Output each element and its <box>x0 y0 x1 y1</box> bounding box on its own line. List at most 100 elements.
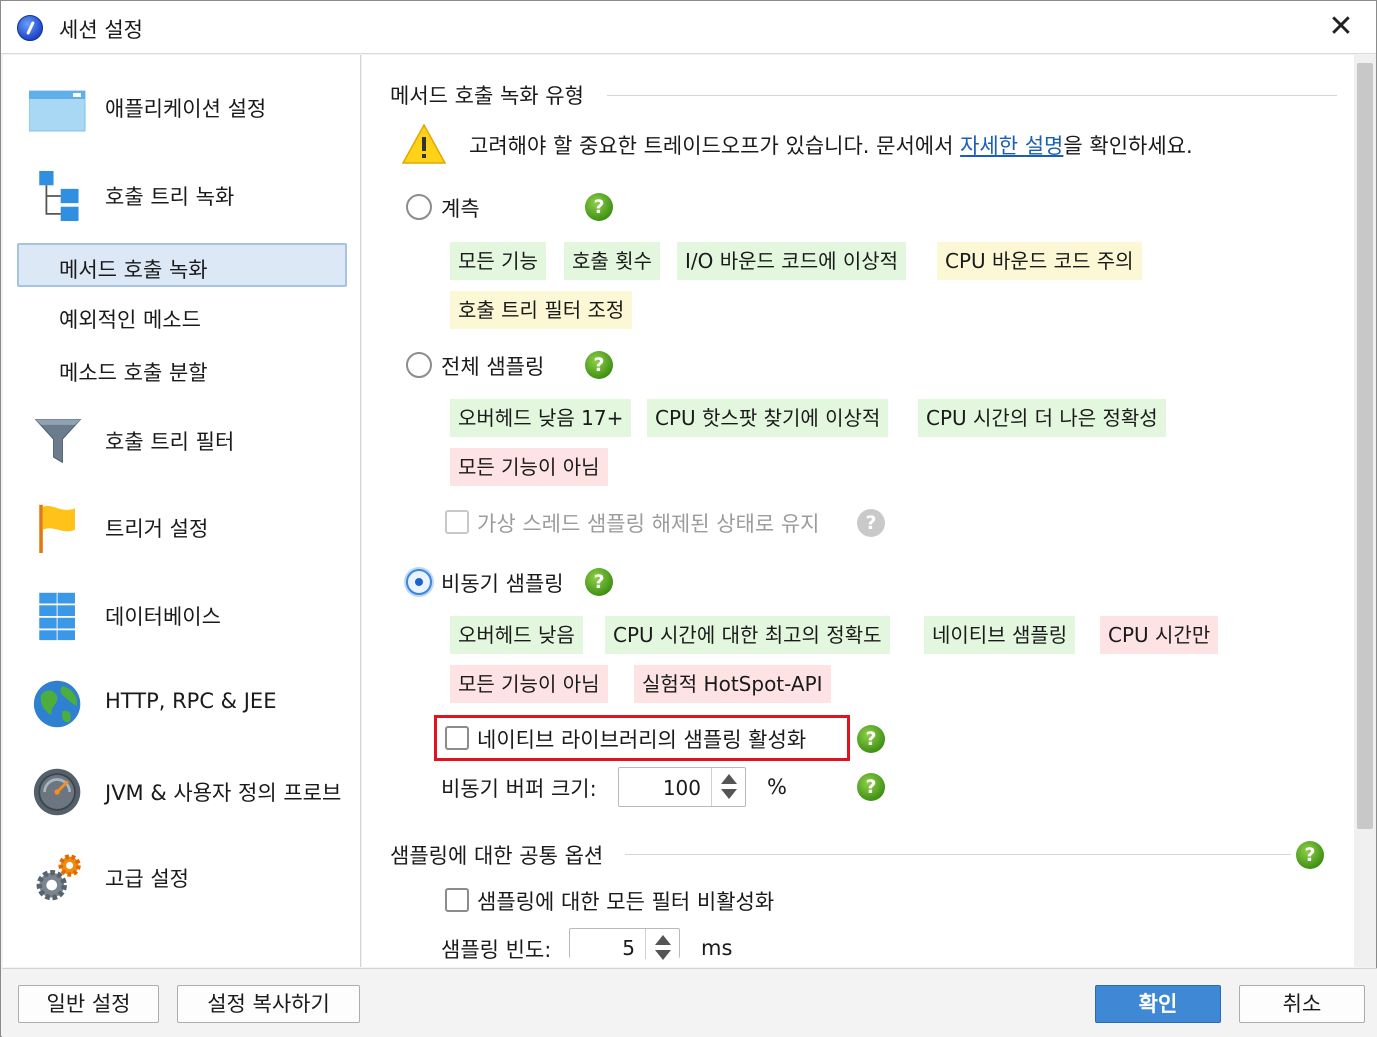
spinner-arrows[interactable] <box>645 929 679 960</box>
section-divider <box>607 95 1337 96</box>
sidebar-item-label: 메서드 호출 녹화 <box>59 258 208 282</box>
help-icon[interactable]: ? <box>585 568 613 596</box>
sidebar-item-jvm-custom-probes[interactable]: JVM & 사용자 정의 프로브 <box>3 761 359 821</box>
tag-low-overhead-17: 오버헤드 낮음 17+ <box>450 399 632 437</box>
detailed-explanation-link[interactable]: 자세한 설명 <box>960 134 1063 158</box>
close-button[interactable]: ✕ <box>1323 11 1359 45</box>
sidebar-item-application-settings[interactable]: 애플리케이션 설정 <box>3 77 359 137</box>
sidebar-item-call-tree-filters[interactable]: 호출 트리 필터 <box>3 410 359 470</box>
tag-all-features: 모든 기능 <box>450 242 546 280</box>
async-buffer-size-label: 비동기 버퍼 크기: <box>441 777 597 801</box>
sidebar-item-split-methods[interactable]: 메소드 호출 분할 <box>17 348 347 392</box>
async-buffer-size-spinner[interactable]: 100 <box>618 767 746 807</box>
sidebar-item-exceptional-methods[interactable]: 예외적인 메소드 <box>17 295 347 339</box>
tag-not-all-features: 모든 기능이 아님 <box>450 665 608 703</box>
help-icon[interactable]: ? <box>857 773 885 801</box>
instrumentation-radio[interactable] <box>406 194 432 220</box>
sidebar-item-label: 고급 설정 <box>105 867 189 891</box>
database-icon <box>39 592 75 641</box>
warning-text-after: 을 확인하세요. <box>1063 134 1193 158</box>
spinner-down-icon[interactable] <box>721 789 737 799</box>
help-icon[interactable]: ? <box>585 351 613 379</box>
sampling-frequency-value[interactable]: 5 <box>622 936 635 960</box>
sidebar-item-label: HTTP, RPC & JEE <box>105 689 277 713</box>
help-icon: ? <box>857 509 885 537</box>
ok-button[interactable]: 확인 <box>1095 985 1221 1023</box>
full-sampling-label[interactable]: 전체 샘플링 <box>441 351 544 381</box>
tag-cpu-hotspots-ideal: CPU 핫스팟 찾기에 이상적 <box>647 399 889 437</box>
sidebar-item-advanced-settings[interactable]: 고급 설정 <box>3 847 359 907</box>
spinner-up-icon[interactable] <box>721 774 737 784</box>
sidebar-item-label: 트리거 설정 <box>105 517 209 541</box>
dialog-footer: 일반 설정 설정 복사하기 확인 취소 <box>2 968 1377 1037</box>
section-title-recording-type: 메서드 호출 녹화 유형 <box>390 84 584 108</box>
keep-virtual-threads-checkbox[interactable] <box>445 510 469 534</box>
async-sampling-label[interactable]: 비동기 샘플링 <box>441 568 564 598</box>
tag-experimental-hotspot-api: 실험적 HotSpot-API <box>634 665 831 703</box>
tag-native-sampling: 네이티브 샘플링 <box>924 616 1076 654</box>
sidebar-item-label: 데이터베이스 <box>105 605 221 629</box>
disable-all-filters-label[interactable]: 샘플링에 대한 모든 필터 비활성화 <box>477 886 774 916</box>
disable-all-filters-checkbox[interactable] <box>445 888 469 912</box>
help-icon[interactable]: ? <box>585 193 613 221</box>
settings-sidebar: 애플리케이션 설정 호출 트리 녹화 메서드 호출 녹화 예외적인 메소드 메소… <box>3 55 361 967</box>
window-title: 세션 설정 <box>59 18 143 42</box>
content-scrollbar[interactable] <box>1354 55 1376 967</box>
sidebar-item-label: 메소드 호출 분할 <box>59 361 208 385</box>
tag-io-bound-ideal: I/O 바운드 코드에 이상적 <box>677 242 907 280</box>
tradeoff-warning-text: 고려해야 할 중요한 트레이드오프가 있습니다. 문서에서 자세한 설명을 확인… <box>469 130 1193 160</box>
sampling-frequency-spinner[interactable]: 5 <box>569 928 680 960</box>
async-buffer-size-value[interactable]: 100 <box>663 776 701 800</box>
spinner-up-icon[interactable] <box>655 935 671 945</box>
section-divider <box>625 854 1291 855</box>
native-library-sampling-checkbox[interactable] <box>445 726 469 750</box>
tag-low-overhead: 오버헤드 낮음 <box>450 616 583 654</box>
native-library-sampling-label[interactable]: 네이티브 라이브러리의 샘플링 활성화 <box>477 724 806 754</box>
sampling-frequency-unit: ms <box>701 936 733 960</box>
warning-text-before: 고려해야 할 중요한 트레이드오프가 있습니다. 문서에서 <box>469 134 961 158</box>
async-buffer-size-unit: % <box>767 775 787 799</box>
help-icon[interactable]: ? <box>1296 841 1324 869</box>
async-sampling-radio[interactable] <box>406 569 432 595</box>
sampling-frequency-label: 샘플링 빈도: <box>441 938 552 962</box>
full-sampling-radio[interactable] <box>406 352 432 378</box>
keep-virtual-threads-label: 가상 스레드 샘플링 해제된 상태로 유지 <box>477 512 820 536</box>
tag-adjust-call-tree-filters: 호출 트리 필터 조정 <box>450 291 633 329</box>
spinner-arrows[interactable] <box>711 768 745 806</box>
spinner-down-icon[interactable] <box>655 950 671 960</box>
scrollbar-thumb[interactable] <box>1357 63 1373 829</box>
sidebar-item-label: 애플리케이션 설정 <box>105 97 267 121</box>
sidebar-item-label: JVM & 사용자 정의 프로브 <box>105 781 342 805</box>
tag-best-cpu-accuracy: CPU 시간에 대한 최고의 정확도 <box>605 616 890 654</box>
flag-icon <box>39 504 75 553</box>
sidebar-item-method-call-recording[interactable]: 메서드 호출 녹화 <box>17 243 347 287</box>
sidebar-item-http-rpc-jee[interactable]: HTTP, RPC & JEE <box>3 673 359 733</box>
app-logo-icon <box>17 15 43 41</box>
sidebar-item-call-tree-recording[interactable]: 호출 트리 녹화 <box>3 165 359 225</box>
sidebar-item-label: 호출 트리 녹화 <box>105 185 235 209</box>
tag-cpu-time-only: CPU 시간만 <box>1100 616 1219 654</box>
globe-icon <box>33 680 81 728</box>
section-title-common-sampling-options: 샘플링에 대한 공통 옵션 <box>390 844 604 868</box>
warning-icon <box>401 123 447 164</box>
sidebar-item-label: 예외적인 메소드 <box>59 308 201 332</box>
gauge-icon <box>33 768 81 816</box>
tag-cpu-bound-caution: CPU 바운드 코드 주의 <box>937 242 1142 280</box>
help-icon[interactable]: ? <box>857 725 885 753</box>
funnel-icon <box>34 419 82 464</box>
tree-icon <box>39 171 79 221</box>
sidebar-item-databases[interactable]: 데이터베이스 <box>3 585 359 645</box>
sidebar-item-trigger-settings[interactable]: 트리거 설정 <box>3 497 359 557</box>
cancel-button[interactable]: 취소 <box>1239 985 1365 1023</box>
general-settings-button[interactable]: 일반 설정 <box>18 985 159 1023</box>
gears-icon <box>36 854 81 901</box>
session-settings-dialog: 세션 설정 ✕ 애플리케이션 설정 호출 트리 녹화 메서드 호출 녹화 예외적… <box>0 0 1377 1037</box>
copy-settings-button[interactable]: 설정 복사하기 <box>177 985 360 1023</box>
sidebar-item-label: 호출 트리 필터 <box>105 430 235 454</box>
tag-not-all-features: 모든 기능이 아님 <box>450 448 608 486</box>
window-icon <box>29 90 86 132</box>
tag-invocation-counts: 호출 횟수 <box>564 242 660 280</box>
instrumentation-label[interactable]: 계측 <box>441 193 480 223</box>
title-bar: 세션 설정 ✕ <box>1 1 1376 54</box>
tag-better-cpu-accuracy: CPU 시간의 더 나은 정확성 <box>918 399 1166 437</box>
